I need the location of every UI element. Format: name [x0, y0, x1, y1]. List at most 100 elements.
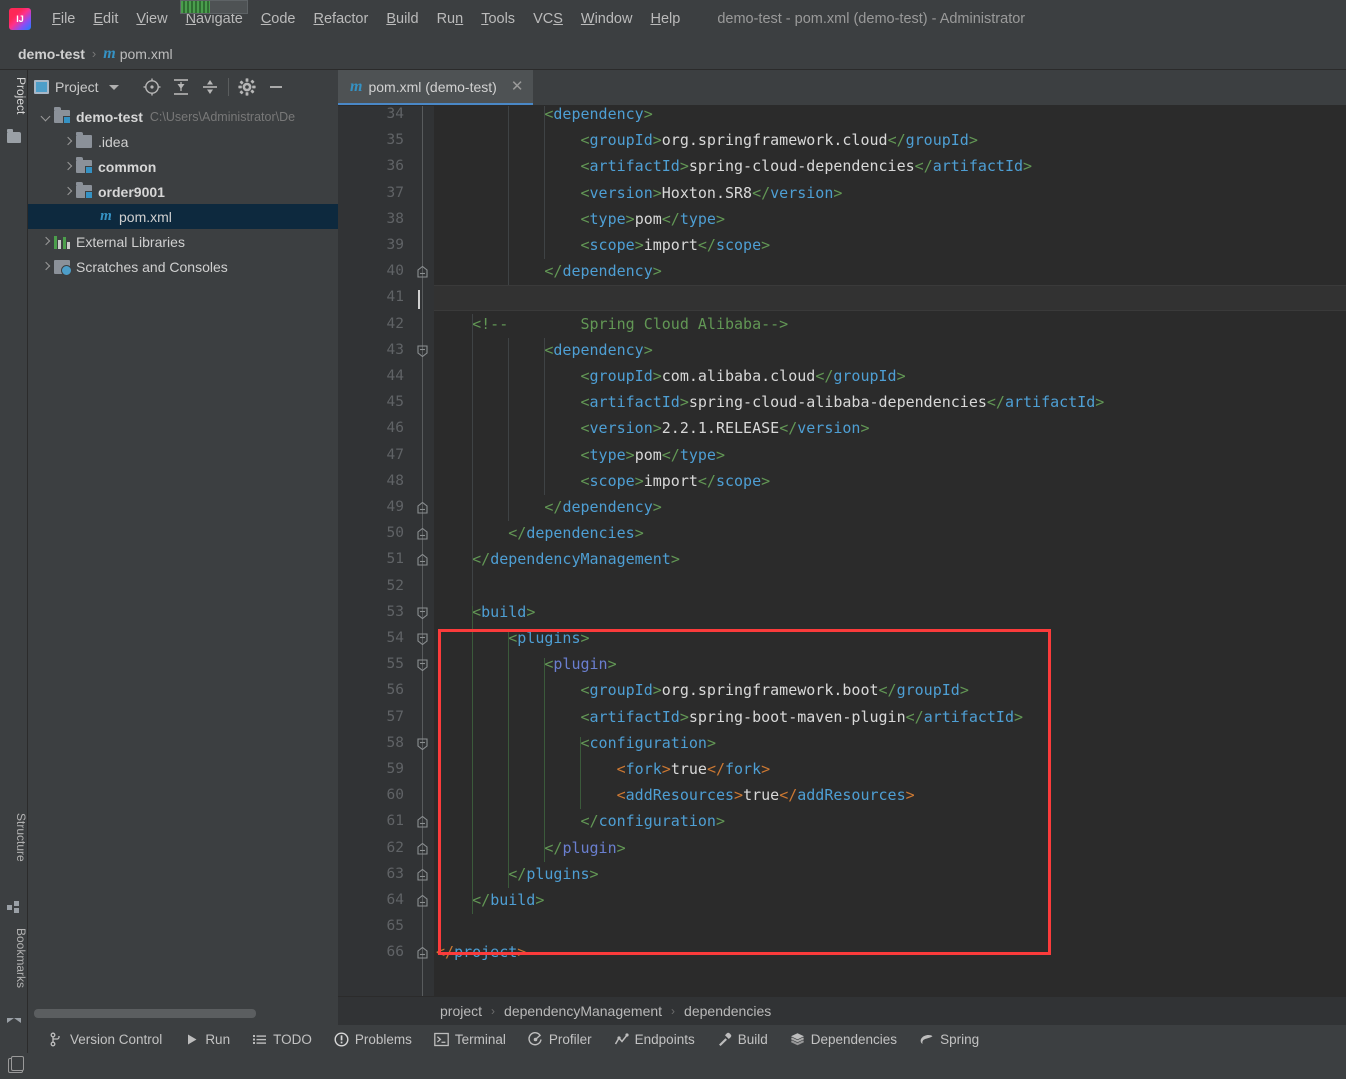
project-tree-horizontal-scrollbar[interactable] — [28, 1003, 338, 1025]
breadcrumb-item-project[interactable]: project — [440, 1003, 482, 1019]
code-line[interactable]: </dependency> — [436, 262, 662, 280]
fold-end-icon[interactable] — [417, 501, 428, 512]
code-line[interactable]: <build> — [436, 603, 535, 621]
code-line[interactable]: <artifactId>spring-cloud-dependencies</a… — [436, 157, 1032, 175]
tree-item-common[interactable]: common — [28, 154, 338, 179]
fold-collapse-icon[interactable] — [417, 658, 428, 669]
code-line[interactable]: <plugins> — [436, 629, 590, 647]
code-content[interactable]: <dependency> <groupId>org.springframewor… — [434, 106, 1346, 996]
locate-in-tree-icon[interactable] — [141, 76, 163, 98]
bottom-bar-item-build[interactable]: Build — [706, 1029, 779, 1050]
fold-end-icon[interactable] — [417, 265, 428, 276]
menu-item-window[interactable]: Window — [572, 7, 642, 31]
code-line[interactable]: </project> — [436, 943, 526, 961]
editor-fold-column[interactable] — [412, 106, 434, 996]
fold-end-icon[interactable] — [417, 527, 428, 538]
tree-item-external-libraries[interactable]: External Libraries — [28, 229, 338, 254]
fold-collapse-icon[interactable] — [417, 606, 428, 617]
chevron-right-icon[interactable] — [38, 259, 54, 275]
code-line[interactable]: <!-- Spring Cloud Alibaba--> — [436, 315, 788, 333]
code-line[interactable]: <groupId>org.springframework.cloud</grou… — [436, 131, 978, 149]
fold-end-icon[interactable] — [417, 815, 428, 826]
bottom-bar-item-label: Build — [738, 1032, 768, 1047]
code-line[interactable]: <type>pom</type> — [436, 446, 725, 464]
breadcrumb-item-dependencymanagement[interactable]: dependencyManagement — [504, 1003, 662, 1019]
code-line[interactable]: <scope>import</scope> — [436, 236, 770, 254]
layout-toggle-icon[interactable] — [8, 1058, 23, 1073]
code-line[interactable]: <artifactId>spring-boot-maven-plugin</ar… — [436, 708, 1023, 726]
code-line[interactable]: <configuration> — [436, 734, 716, 752]
chevron-right-icon[interactable] — [38, 234, 54, 250]
breadcrumb-item-dependencies[interactable]: dependencies — [684, 1003, 771, 1019]
code-line[interactable]: <fork>true</fork> — [436, 760, 770, 778]
fold-end-icon[interactable] — [417, 868, 428, 879]
menu-item-tools[interactable]: Tools — [472, 7, 524, 31]
chevron-down-icon[interactable] — [109, 85, 119, 90]
fold-end-icon[interactable] — [417, 894, 428, 905]
chevron-down-icon[interactable] — [38, 109, 54, 125]
code-line[interactable]: <groupId>com.alibaba.cloud</groupId> — [436, 367, 906, 385]
bottom-bar-item-dependencies[interactable]: Dependencies — [779, 1029, 908, 1050]
tree-item-demo-test[interactable]: demo-testC:\Users\Administrator\De — [28, 104, 338, 129]
menu-item-edit[interactable]: Edit — [84, 7, 127, 31]
code-line[interactable]: </build> — [436, 891, 544, 909]
chevron-right-icon[interactable] — [60, 159, 76, 175]
expand-all-icon[interactable] — [170, 76, 192, 98]
hide-panel-icon[interactable] — [265, 76, 287, 98]
menu-item-help[interactable]: Help — [641, 7, 689, 31]
editor-tab-pom-xml[interactable]: m pom.xml (demo-test) ✕ — [338, 70, 533, 105]
bottom-bar-item-profiler[interactable]: Profiler — [517, 1029, 603, 1050]
code-line[interactable]: <version>Hoxton.SR8</version> — [436, 184, 842, 202]
menu-item-refactor[interactable]: Refactor — [305, 7, 378, 31]
menu-item-code[interactable]: Code — [252, 7, 305, 31]
menu-item-build[interactable]: Build — [377, 7, 427, 31]
navbar-project-crumb[interactable]: demo-test — [18, 46, 85, 62]
bottom-bar-item-spring[interactable]: Spring — [908, 1029, 990, 1050]
chevron-right-icon[interactable] — [60, 184, 76, 200]
code-editor[interactable]: <dependency> <groupId>org.springframewor… — [338, 106, 1346, 996]
sidebar-tab-structure[interactable]: Structure — [0, 810, 28, 865]
code-line[interactable]: </plugin> — [436, 839, 626, 857]
tree-item-scratches-and-consoles[interactable]: Scratches and Consoles — [28, 254, 338, 279]
sidebar-tab-bookmarks[interactable]: Bookmarks — [0, 925, 28, 991]
fold-end-icon[interactable] — [417, 553, 428, 564]
code-line[interactable]: </dependencies> — [436, 524, 644, 542]
close-icon[interactable]: ✕ — [511, 79, 524, 94]
fold-collapse-icon[interactable] — [417, 632, 428, 643]
bottom-bar-item-endpoints[interactable]: Endpoints — [603, 1029, 706, 1050]
code-line[interactable]: </dependency> — [436, 498, 662, 516]
chevron-right-icon[interactable] — [60, 134, 76, 150]
project-tree[interactable]: demo-testC:\Users\Administrator\De.ideac… — [28, 104, 338, 1003]
code-line[interactable]: </configuration> — [436, 812, 725, 830]
bottom-bar-item-todo[interactable]: TODO — [241, 1029, 323, 1050]
bottom-bar-item-run[interactable]: Run — [173, 1029, 241, 1050]
editor-breadcrumb[interactable]: project›dependencyManagement›dependencie… — [338, 996, 1346, 1025]
collapse-all-icon[interactable] — [199, 76, 221, 98]
menu-item-vcs[interactable]: VCS — [524, 7, 572, 31]
code-line[interactable]: <scope>import</scope> — [436, 472, 770, 490]
fold-collapse-icon[interactable] — [417, 344, 428, 355]
menu-item-view[interactable]: View — [127, 7, 176, 31]
menu-item-file[interactable]: File — [43, 7, 84, 31]
editor-tab-label: pom.xml (demo-test) — [368, 79, 496, 95]
bottom-bar-item-version-control[interactable]: Version Control — [38, 1029, 173, 1050]
code-line[interactable]: <type>pom</type> — [436, 210, 725, 228]
settings-gear-icon[interactable] — [236, 76, 258, 98]
sidebar-tab-project[interactable]: Project — [0, 74, 28, 117]
code-line[interactable]: <version>2.2.1.RELEASE</version> — [436, 419, 870, 437]
tree-item--idea[interactable]: .idea — [28, 129, 338, 154]
tree-item-pom-xml[interactable]: mpom.xml — [28, 204, 338, 229]
code-line[interactable]: </plugins> — [436, 865, 599, 883]
code-line[interactable]: <groupId>org.springframework.boot</group… — [436, 681, 969, 699]
bottom-bar-item-problems[interactable]: Problems — [323, 1029, 423, 1050]
fold-collapse-icon[interactable] — [417, 737, 428, 748]
navbar-file-crumb[interactable]: pom.xml — [120, 46, 173, 62]
fold-end-icon[interactable] — [417, 946, 428, 957]
code-line[interactable]: <plugin> — [436, 655, 617, 673]
bottom-bar-item-terminal[interactable]: Terminal — [423, 1029, 517, 1050]
tree-item-order9001[interactable]: order9001 — [28, 179, 338, 204]
navigation-bar[interactable]: demo-test › m pom.xml — [0, 38, 1346, 70]
fold-end-icon[interactable] — [417, 842, 428, 853]
menu-item-run[interactable]: Run — [428, 7, 473, 31]
code-line[interactable]: <artifactId>spring-cloud-alibaba-depende… — [436, 393, 1104, 411]
